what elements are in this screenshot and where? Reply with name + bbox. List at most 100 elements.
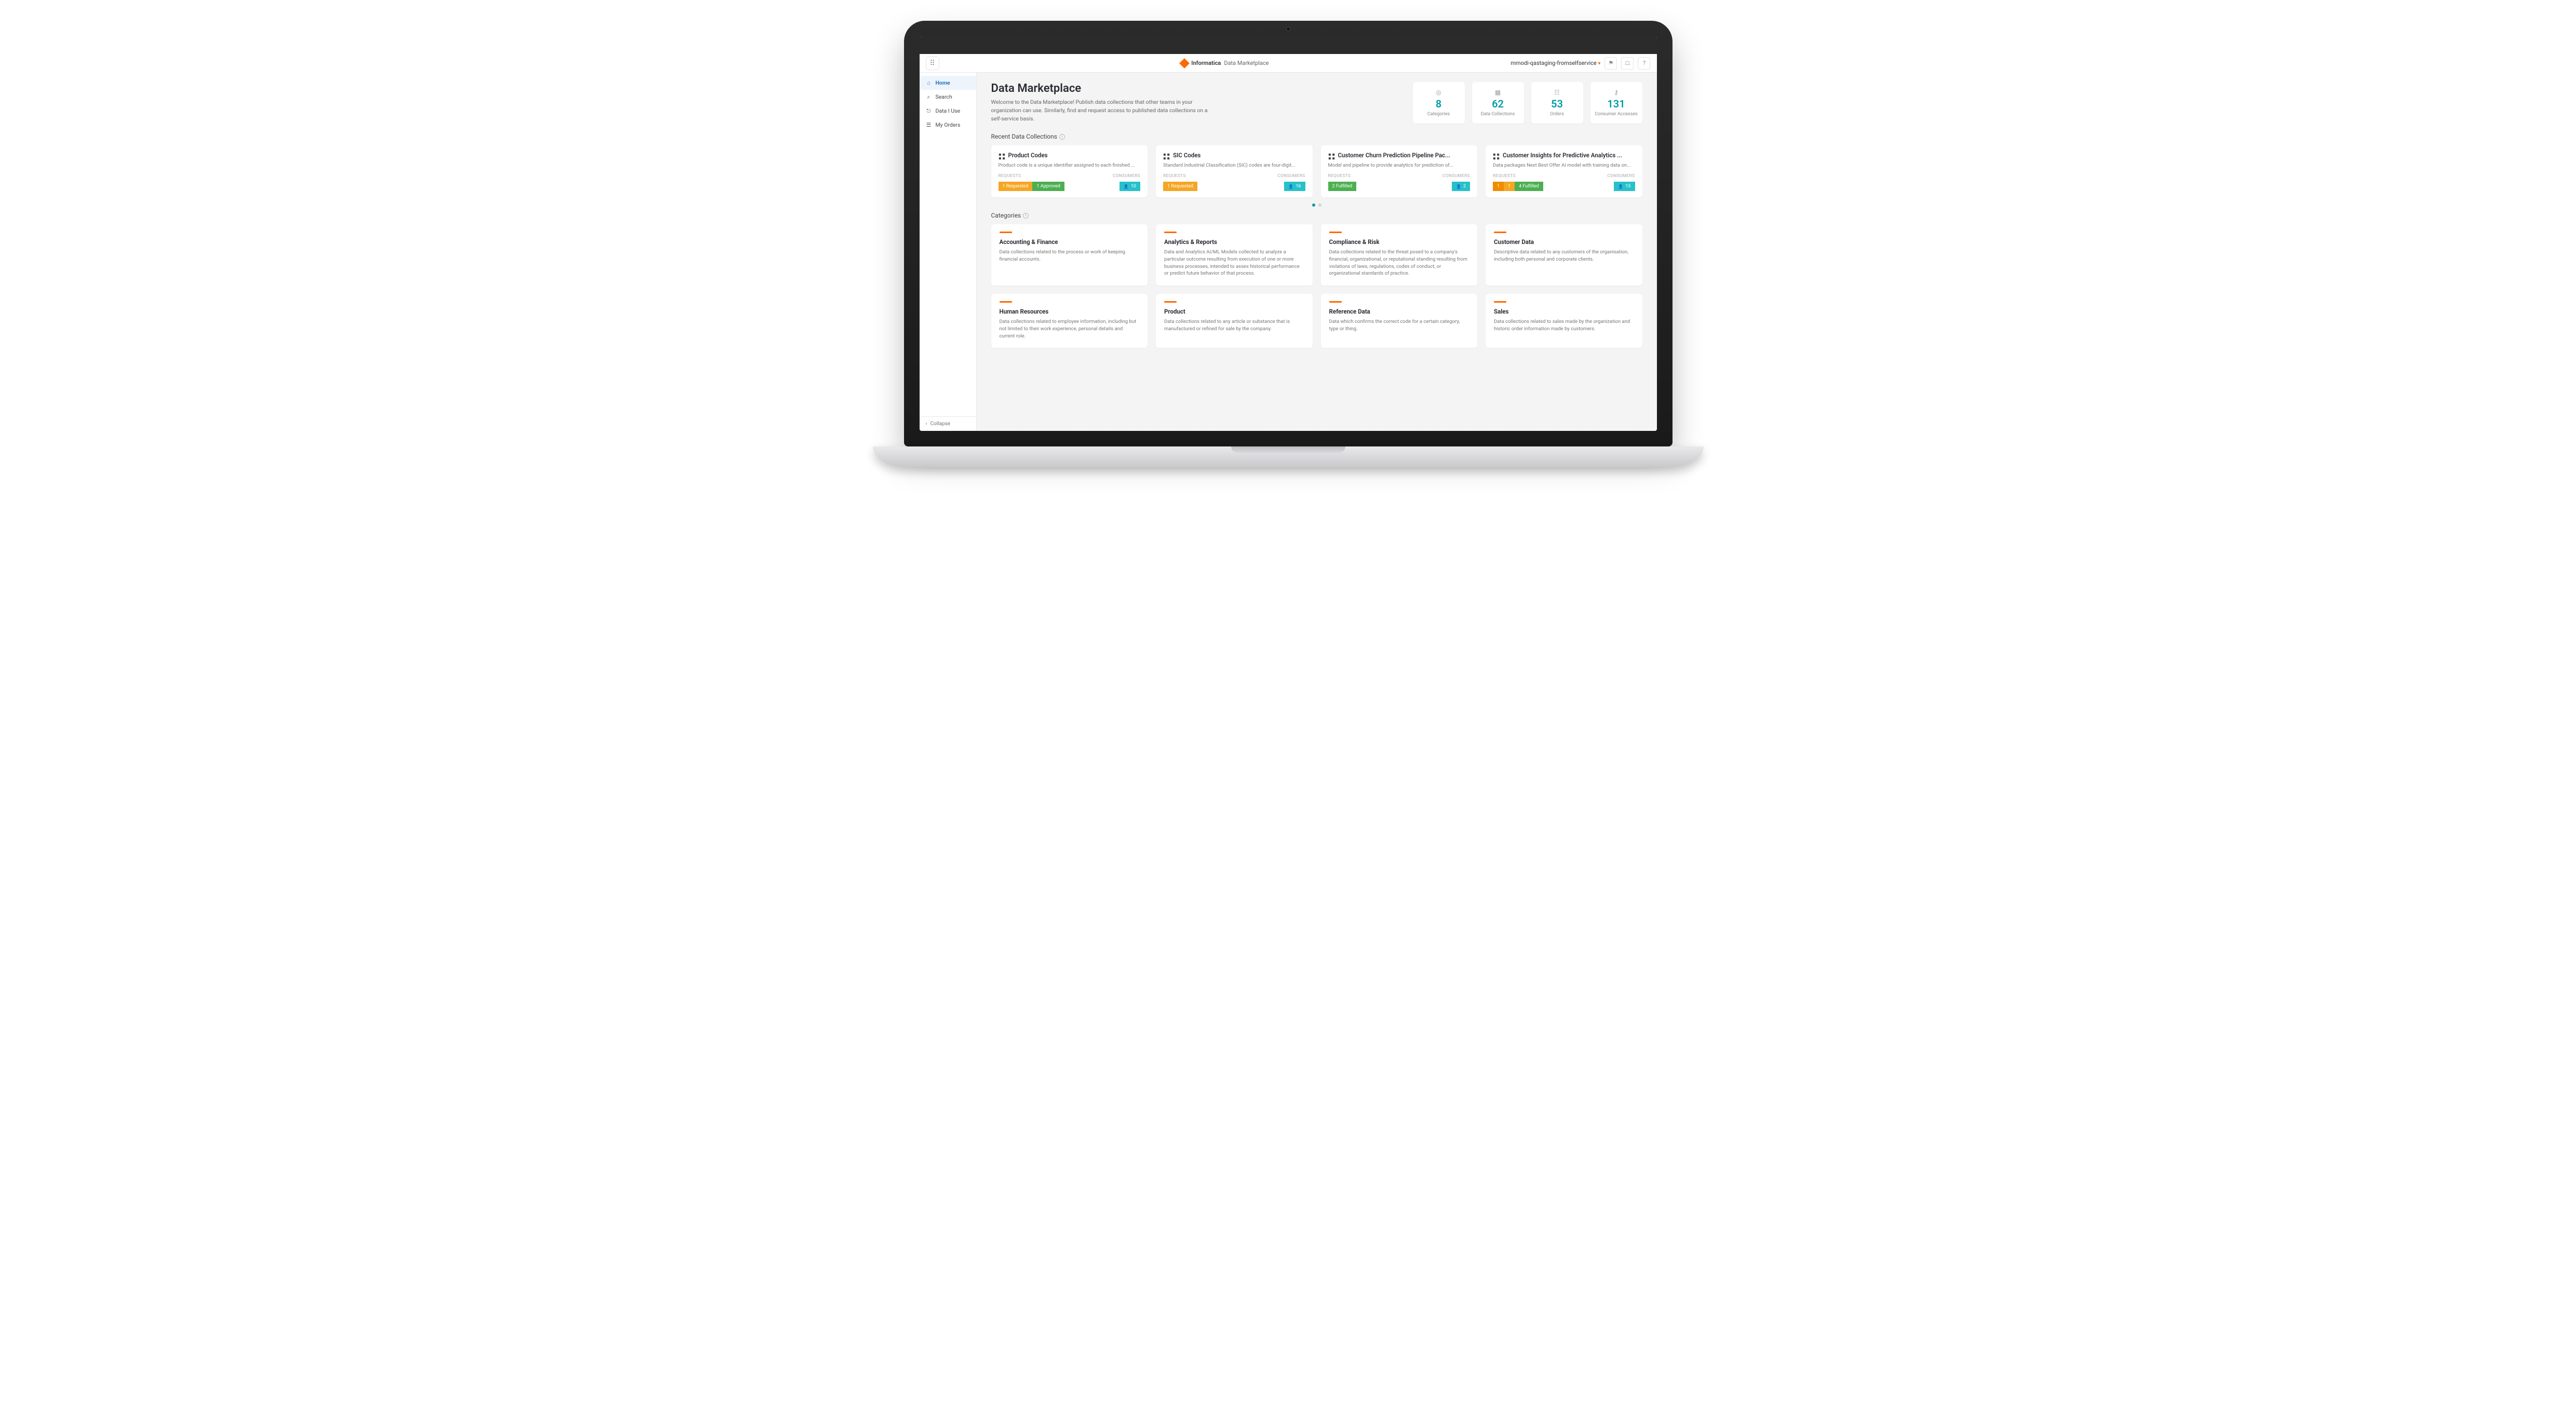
status-bar-segment: 1: [1504, 182, 1515, 191]
accent-bar: [1494, 301, 1506, 303]
sidebar-item-label: Data I Use: [936, 107, 961, 114]
laptop-frame: ⠿ Informatica Data Marketplace mmodi-qas…: [904, 21, 1673, 467]
accent-bar: [1329, 232, 1342, 233]
pager-dot-2[interactable]: [1318, 204, 1321, 207]
sidebar-item-my-orders[interactable]: ☰My Orders: [920, 118, 976, 132]
orders-icon: ☰: [926, 122, 932, 128]
app-body: ⌂ Home ⌕ Search ⎋Data I Use☰My Orders ‹ Coll…: [920, 73, 1657, 431]
stat-icon: ☷: [1554, 89, 1560, 96]
home-icon: ⌂: [926, 80, 932, 86]
requests-label: REQUESTS: [1328, 173, 1351, 179]
category-card[interactable]: Compliance & Risk Data collections relat…: [1321, 224, 1478, 286]
sidebar: ⌂ Home ⌕ Search ⎋Data I Use☰My Orders ‹ Coll…: [920, 73, 977, 431]
accent-bar: [1000, 232, 1012, 233]
category-card[interactable]: Reference Data Data which confirms the c…: [1321, 294, 1478, 348]
category-title: Accounting & Finance: [1000, 238, 1140, 246]
header-right: mmodi-qastaging-fromselfservice ▾ ⚑ ☖ ?: [1510, 57, 1650, 70]
info-icon[interactable]: i: [1059, 134, 1065, 140]
collection-card[interactable]: Customer Insights for Predictive Analyti…: [1486, 145, 1642, 197]
stat-orders[interactable]: ☷53Orders: [1531, 82, 1583, 124]
collection-title: Product Codes: [1008, 152, 1048, 159]
status-bar: 114 Fulfilled15: [1493, 182, 1635, 191]
category-title: Human Resources: [1000, 308, 1140, 315]
notifications-button[interactable]: ⚑: [1604, 57, 1617, 70]
stat-data-collections[interactable]: ▦62Data Collections: [1472, 82, 1524, 124]
sidebar-item-home[interactable]: ⌂ Home: [920, 76, 976, 90]
stat-value: 53: [1551, 98, 1563, 110]
info-icon[interactable]: i: [1023, 213, 1029, 219]
category-title: Sales: [1494, 308, 1634, 315]
camera-dot: [1286, 27, 1290, 31]
consumers-label: CONSUMERS: [1113, 173, 1140, 179]
carousel-pager: [991, 204, 1642, 207]
category-title: Reference Data: [1329, 308, 1469, 315]
stat-consumer-accesses[interactable]: ⚷131Consumer Accesses: [1590, 82, 1642, 124]
sidebar-item-data-i-use[interactable]: ⎋Data I Use: [920, 104, 976, 118]
status-bar-segment: [1197, 182, 1285, 191]
collection-description: Data packages Next Best Offer AI model w…: [1493, 162, 1635, 169]
stat-icon: ⚷: [1614, 89, 1619, 96]
collection-title: SIC Codes: [1173, 152, 1201, 159]
category-card[interactable]: Customer Data Descriptive data related t…: [1486, 224, 1642, 286]
requests-label: REQUESTS: [1163, 173, 1186, 179]
laptop-base: [873, 446, 1704, 467]
collection-icon: [999, 152, 1005, 159]
category-card[interactable]: Human Resources Data collections related…: [991, 294, 1148, 348]
informatica-logo-icon: [1179, 58, 1190, 69]
category-description: Data collections related to sales made b…: [1494, 318, 1634, 333]
stat-categories[interactable]: ◎8Categories: [1413, 82, 1465, 124]
category-card[interactable]: Accounting & Finance Data collections re…: [991, 224, 1148, 286]
recent-section-title: Recent Data Collections i: [991, 133, 1642, 140]
collection-card[interactable]: Product Codes Product code is a unique i…: [991, 145, 1148, 197]
sidebar-item-label: Search: [936, 93, 952, 100]
collapse-sidebar-button[interactable]: ‹ Collapse: [920, 416, 976, 431]
status-bar-segment: [1356, 182, 1452, 191]
sidebar-item-search[interactable]: ⌕ Search: [920, 90, 976, 104]
sidebar-nav: ⌂ Home ⌕ Search ⎋Data I Use☰My Orders: [920, 73, 976, 135]
collection-description: Standard Industrial Classification (SIC)…: [1163, 162, 1305, 169]
help-button[interactable]: ?: [1638, 57, 1650, 70]
stat-label: Consumer Accesses: [1595, 112, 1637, 117]
user-icon: ☖: [1625, 60, 1630, 66]
stat-label: Categories: [1427, 112, 1450, 117]
category-title: Analytics & Reports: [1164, 238, 1304, 246]
category-card[interactable]: Sales Data collections related to sales …: [1486, 294, 1642, 348]
category-description: Descriptive data related to any customer…: [1494, 249, 1634, 263]
main-content: Data Marketplace Welcome to the Data Mar…: [977, 73, 1657, 431]
status-bar-segment: 10: [1120, 182, 1140, 191]
collection-icon: [1493, 152, 1500, 159]
screen: ⠿ Informatica Data Marketplace mmodi-qas…: [920, 36, 1657, 431]
category-description: Data collections related to employee inf…: [1000, 318, 1140, 340]
stat-value: 8: [1436, 98, 1441, 110]
collection-card[interactable]: SIC Codes Standard Industrial Classifica…: [1156, 145, 1313, 197]
app-switcher-button[interactable]: ⠿: [926, 57, 939, 70]
search-icon: ⌕: [926, 94, 932, 100]
org-switcher[interactable]: mmodi-qastaging-fromselfservice ▾: [1510, 60, 1600, 66]
laptop-bezel: ⠿ Informatica Data Marketplace mmodi-qas…: [904, 21, 1673, 446]
app-header: ⠿ Informatica Data Marketplace mmodi-qas…: [920, 54, 1657, 73]
category-card[interactable]: Product Data collections related to any …: [1156, 294, 1313, 348]
status-bar-segment: [1064, 182, 1120, 191]
help-icon: ?: [1643, 60, 1646, 66]
category-card[interactable]: Analytics & Reports Data and Analytics A…: [1156, 224, 1313, 286]
flag-icon: ⚑: [1609, 60, 1614, 66]
status-bar-segment: 15: [1614, 182, 1635, 191]
categories-section-title: Categories i: [991, 212, 1642, 219]
collection-title: Customer Churn Prediction Pipeline Pac..…: [1338, 152, 1451, 159]
collapse-label: Collapse: [930, 421, 951, 427]
recent-label: Recent Data Collections: [991, 133, 1057, 140]
user-button[interactable]: ☖: [1621, 57, 1634, 70]
collection-icon: [1163, 152, 1170, 159]
category-description: Data which confirms the correct code for…: [1329, 318, 1469, 333]
page-title: Data Marketplace: [991, 82, 1397, 95]
pager-dot-1[interactable]: [1312, 204, 1315, 207]
category-description: Data collections related to the process …: [1000, 249, 1140, 263]
grid-icon: ⠿: [929, 59, 935, 67]
page-description: Welcome to the Data Marketplace! Publish…: [991, 98, 1209, 123]
sidebar-item-label: Home: [936, 79, 950, 86]
collection-card[interactable]: Customer Churn Prediction Pipeline Pac..…: [1321, 145, 1478, 197]
stat-value: 62: [1492, 98, 1504, 110]
brand-name: Informatica: [1191, 60, 1221, 66]
status-bar: 1 Requested16: [1163, 182, 1305, 191]
requests-label: REQUESTS: [1493, 173, 1516, 179]
